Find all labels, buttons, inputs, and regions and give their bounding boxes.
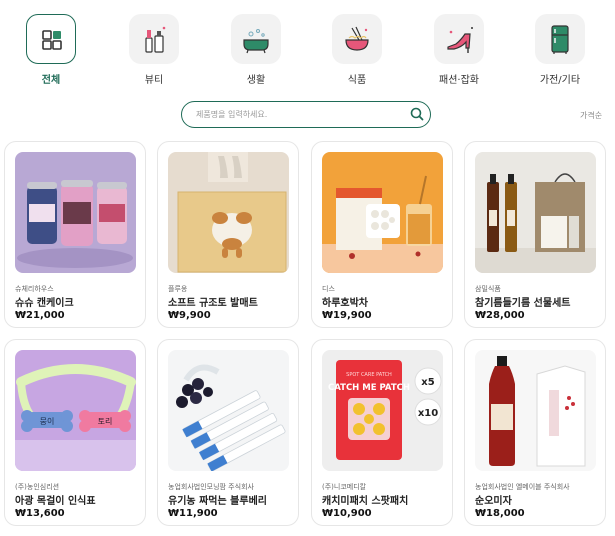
bathtub-icon — [231, 14, 281, 64]
patch-badge-5: x5 — [421, 377, 434, 388]
product-name: 참기름들기름 선물세트 — [475, 298, 571, 309]
patch-badge-10: x10 — [418, 408, 438, 419]
noodle-bowl-icon — [332, 14, 382, 64]
category-label: 전체 — [41, 75, 61, 86]
cosmetics-icon — [129, 14, 179, 64]
product-image-can-cake — [15, 152, 136, 273]
tag-text-left: 뭉이 — [40, 416, 55, 426]
product-seller: 슈체리하우스 — [15, 285, 54, 293]
search-icon[interactable] — [409, 106, 425, 122]
product-seller: (주)농인심리션 — [15, 483, 60, 491]
high-heel-icon — [434, 14, 484, 64]
category-appliance[interactable]: 가전/기타 — [525, 14, 595, 86]
search-input[interactable] — [196, 106, 396, 123]
product-seller: 농업회사법인 옐메이블 주식회사 — [475, 483, 570, 491]
tag-text-right: 토리 — [98, 417, 113, 426]
product-card[interactable]: SPOT CARE PATCH CATCH ME PATCH x5 x10 (주… — [311, 339, 453, 526]
product-price: ₩28,000 — [475, 310, 525, 321]
product-price: ₩19,900 — [322, 310, 372, 321]
refrigerator-icon — [535, 14, 585, 64]
product-seller: 디스 — [322, 285, 335, 293]
grid-icon — [26, 14, 76, 64]
product-name: 캐치미패치 스팟패치 — [322, 496, 409, 507]
category-beauty[interactable]: 뷰티 — [119, 14, 189, 86]
product-image-pet-tag: 뭉이 토리 — [15, 350, 136, 471]
product-seller: 플루옹 — [168, 285, 188, 293]
product-name: 아광 목걸이 인식표 — [15, 496, 96, 507]
product-seller: 농업회사법인모닝팜 주식회사 — [168, 483, 254, 491]
product-price: ₩10,900 — [322, 508, 372, 519]
product-card[interactable]: 플루옹 소프트 규조토 발매트 ₩9,900 — [157, 141, 299, 328]
product-image-omija — [475, 350, 596, 471]
category-label: 뷰티 — [144, 75, 164, 86]
product-price: ₩13,600 — [15, 508, 65, 519]
category-label: 생활 — [246, 75, 266, 86]
product-card[interactable]: 뭉이 토리 (주)농인심리션 아광 목걸이 인식표 ₩13,600 — [4, 339, 146, 526]
product-price: ₩11,900 — [168, 508, 218, 519]
product-card[interactable]: 슈체리하우스 슈슈 캔케이크 ₩21,000 — [4, 141, 146, 328]
category-label: 가전/기타 — [539, 75, 581, 86]
product-image-pumpkin-tea — [322, 152, 443, 273]
product-name: 슈슈 캔케이크 — [15, 298, 74, 309]
product-price: ₩21,000 — [15, 310, 65, 321]
product-image-spot-patch: SPOT CARE PATCH CATCH ME PATCH x5 x10 — [322, 350, 443, 471]
product-name: 순오미자 — [475, 496, 512, 507]
category-nav: 전체 뷰티 생활 식품 패션·잡화 가전/기타 — [0, 14, 615, 86]
product-card[interactable]: 농업회사법인모닝팜 주식회사 유기농 짜먹는 블루베리 ₩11,900 — [157, 339, 299, 526]
product-card[interactable]: 디스 하루호박차 ₩19,900 — [311, 141, 453, 328]
category-label: 패션·잡화 — [439, 75, 479, 86]
product-seller: 삼밀식품 — [475, 285, 501, 293]
product-name: 유기농 짜먹는 블루베리 — [168, 496, 267, 507]
sort-option-price[interactable]: 가격순 — [580, 110, 602, 121]
product-card[interactable]: 농업회사법인 옐메이블 주식회사 순오미자 ₩18,000 — [464, 339, 606, 526]
product-card[interactable]: 삼밀식품 참기름들기름 선물세트 ₩28,000 — [464, 141, 606, 328]
product-image-oil-set — [475, 152, 596, 273]
category-food[interactable]: 식품 — [322, 14, 392, 86]
product-image-bath-mat — [168, 152, 289, 273]
category-all[interactable]: 전체 — [16, 14, 86, 86]
patch-packet-top-text: SPOT CARE PATCH — [346, 372, 392, 378]
search-box — [181, 101, 431, 128]
product-seller: (주)니코메디칼 — [322, 483, 367, 491]
product-price: ₩9,900 — [168, 310, 211, 321]
product-image-blueberry — [168, 350, 289, 471]
product-name: 하루호박차 — [322, 298, 368, 309]
category-living[interactable]: 생활 — [221, 14, 291, 86]
patch-packet-title: CATCH ME PATCH — [328, 383, 410, 393]
category-fashion[interactable]: 패션·잡화 — [424, 14, 494, 86]
product-name: 소프트 규조토 발매트 — [168, 298, 258, 309]
category-label: 식품 — [347, 75, 367, 86]
product-price: ₩18,000 — [475, 508, 525, 519]
